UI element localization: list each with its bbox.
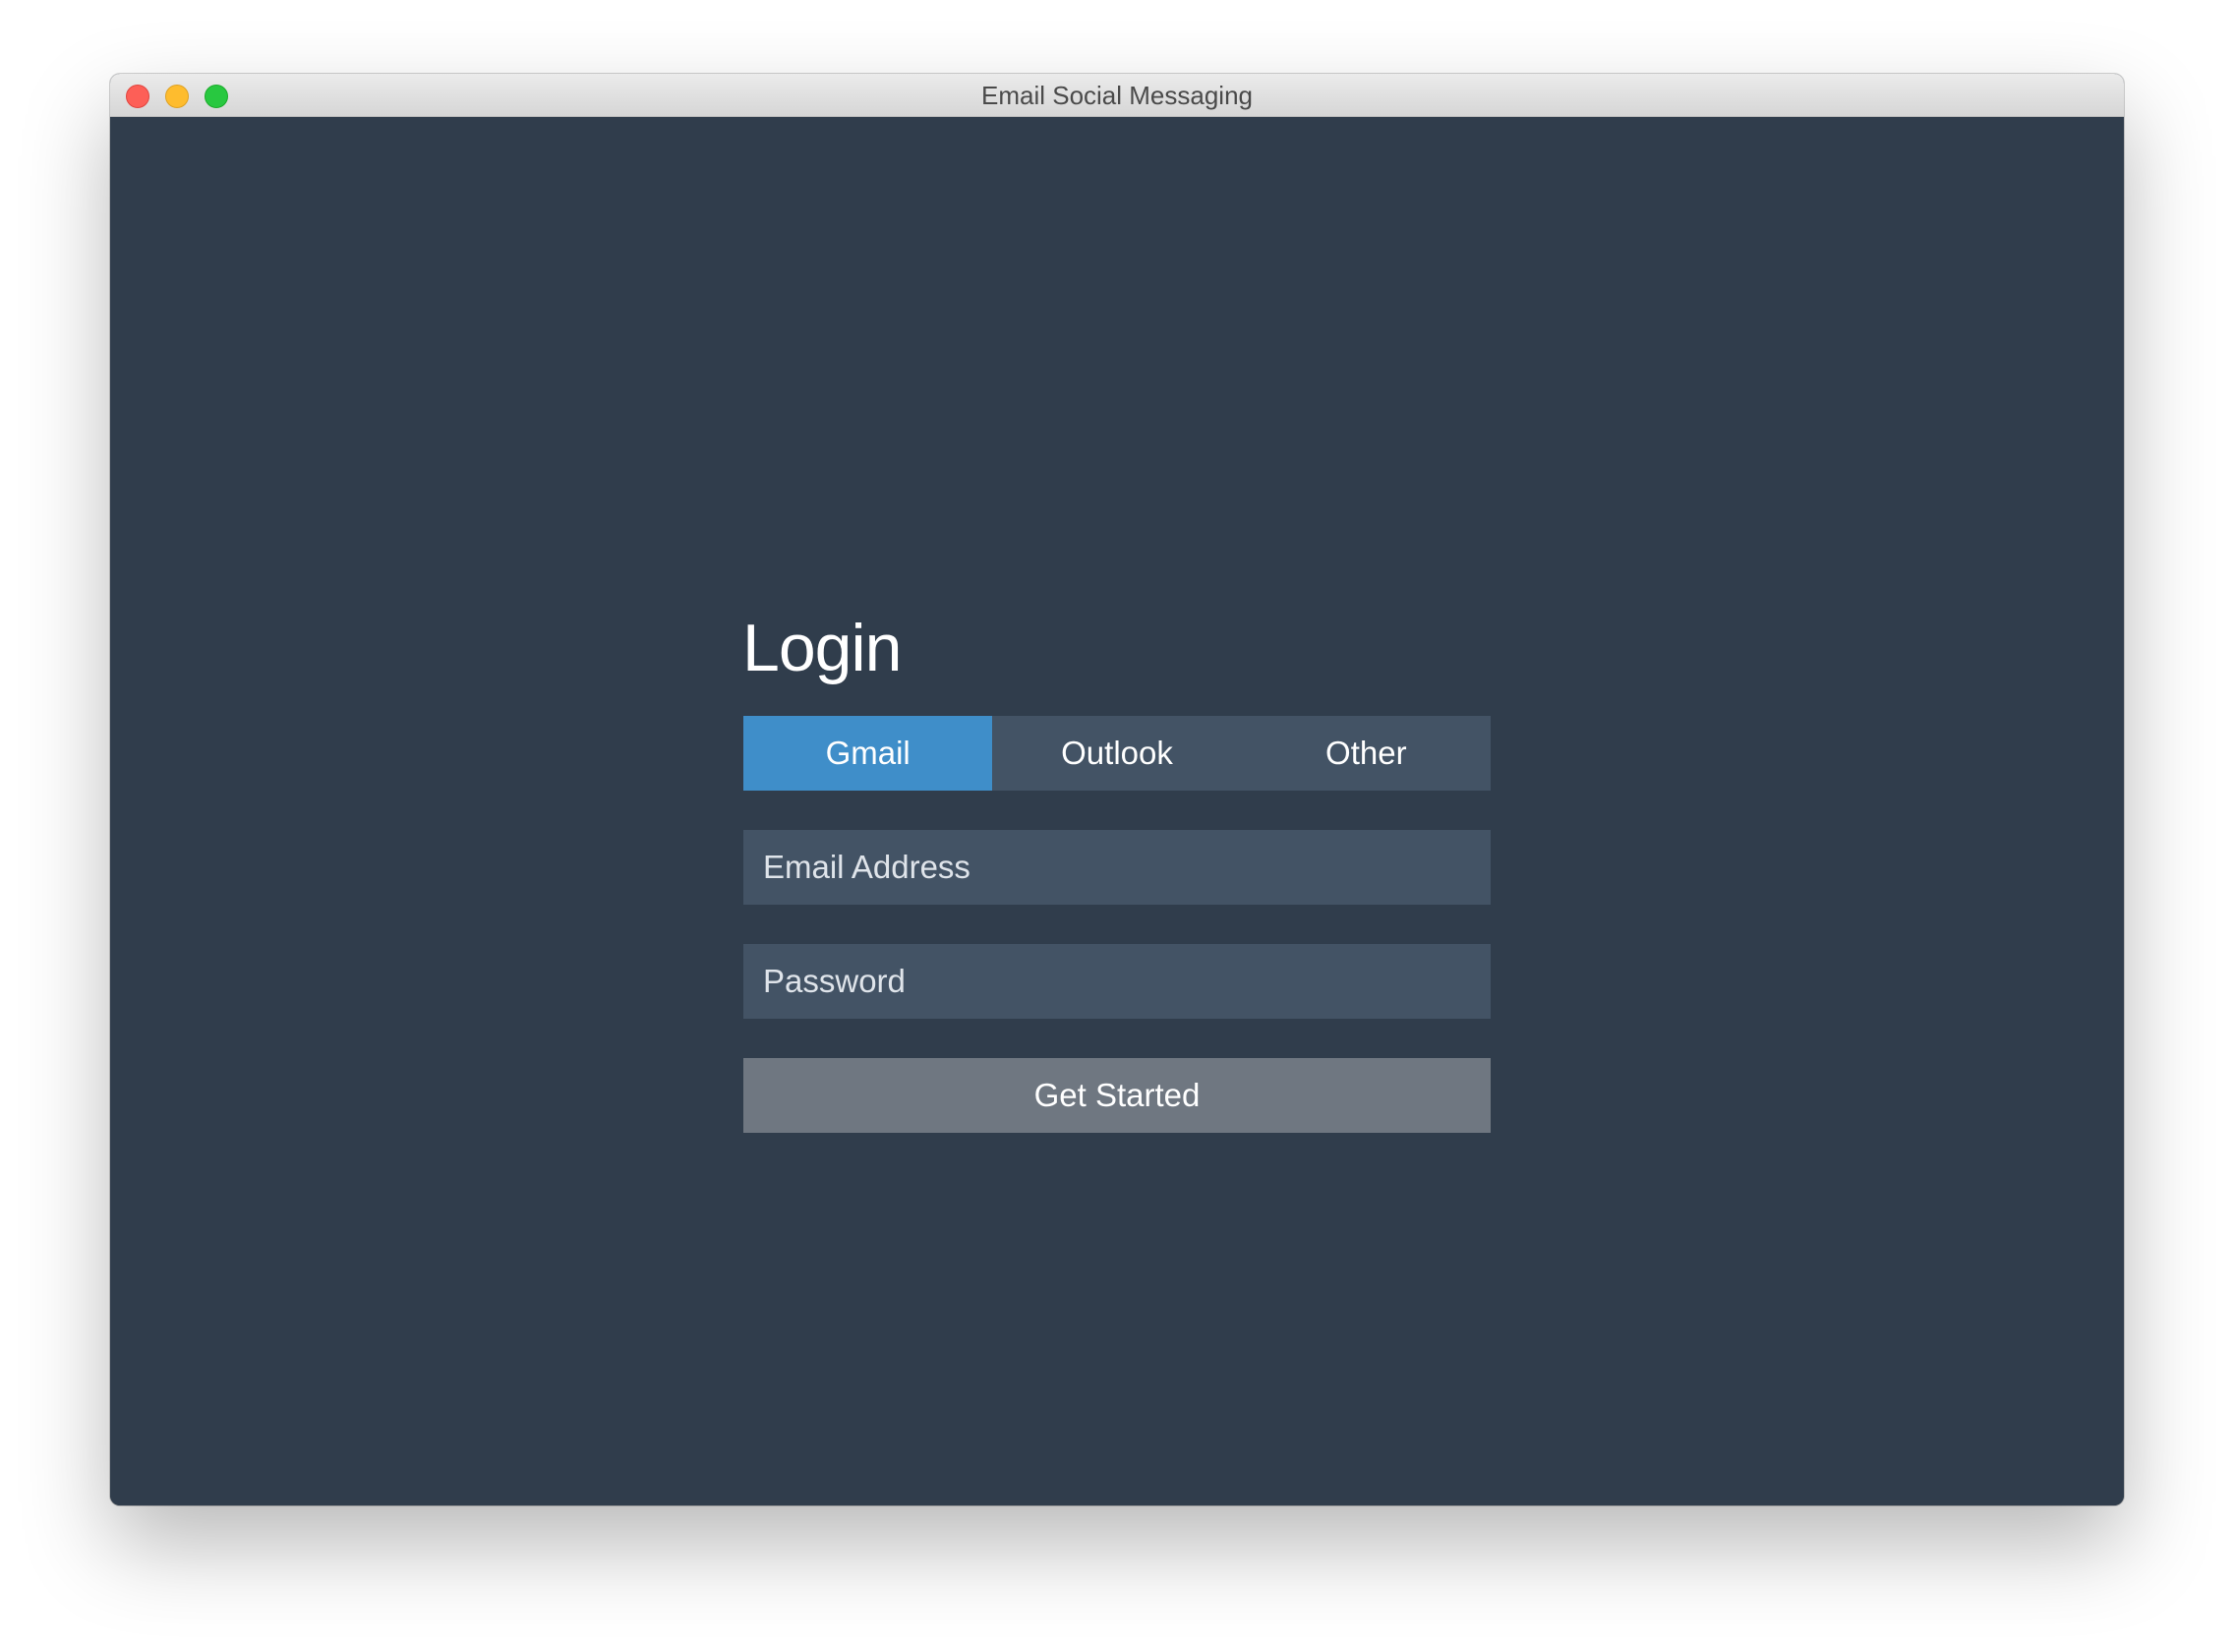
email-field-container	[743, 830, 1491, 905]
email-field[interactable]	[763, 830, 1491, 905]
get-started-button[interactable]: Get Started	[743, 1058, 1491, 1133]
tab-outlook[interactable]: Outlook	[992, 716, 1241, 791]
login-view: Login Gmail Outlook Other Get Started	[110, 117, 2124, 1505]
window-title: Email Social Messaging	[980, 81, 1253, 110]
page-title: Login	[742, 611, 902, 685]
tab-other[interactable]: Other	[1242, 716, 1491, 791]
tab-gmail[interactable]: Gmail	[743, 716, 993, 791]
password-field-container	[743, 944, 1491, 1019]
title-bar[interactable]: Email Social Messaging	[110, 74, 2124, 117]
password-field[interactable]	[763, 944, 1491, 1019]
provider-tabs: Gmail Outlook Other	[743, 716, 1491, 791]
app-window: Email Social Messaging Login Gmail Outlo…	[110, 74, 2124, 1505]
